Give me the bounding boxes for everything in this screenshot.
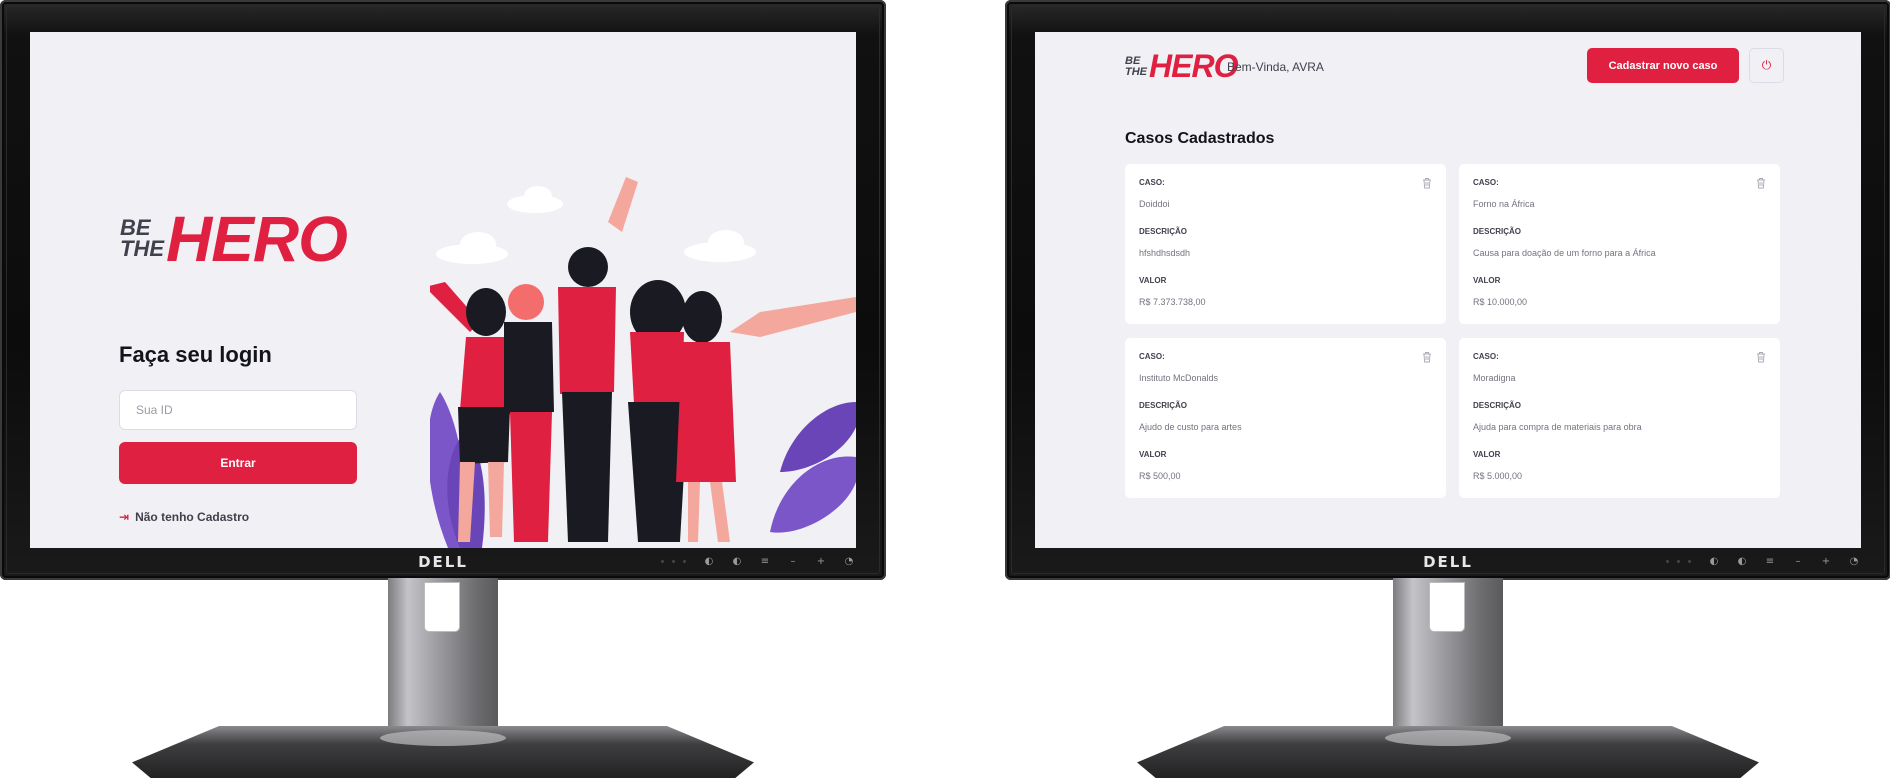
monitor-button-icon: + [1821, 556, 1831, 567]
case-name: Forno na África [1473, 199, 1535, 209]
case-card: CASO: Forno na África DESCRIÇÃO Causa pa… [1459, 164, 1780, 324]
dell-logo: DELL [418, 553, 468, 571]
monitor-buttons: ◐ ◐ ≡ – + ◔ [702, 556, 856, 568]
case-card: CASO: Doiddoi DESCRIÇÃO hfshdhsdsdh VALO… [1125, 164, 1446, 324]
welcome-text: Bem-Vinda, AVRA [1227, 60, 1324, 74]
case-name: Moradigna [1473, 373, 1516, 383]
value-label: VALOR [1473, 276, 1501, 285]
cases-title: Casos Cadastrados [1125, 130, 1275, 147]
power-icon: ⏻ [1761, 58, 1772, 72]
login-title: Faça seu login [119, 342, 272, 367]
login-screen: BE THE HERO Faça seu login Entrar ⇥ Não … [30, 32, 856, 548]
register-link[interactable]: ⇥ Não tenho Cadastro [119, 510, 249, 524]
description-label: DESCRIÇÃO [1139, 401, 1188, 410]
description-label: DESCRIÇÃO [1473, 401, 1522, 410]
monitor-button-icon: + [816, 556, 826, 567]
monitor-bezel: BE THE HERO Bem-Vinda, AVRA Cadastrar no… [1005, 0, 1890, 580]
monitor-login: BE THE HERO Faça seu login Entrar ⇥ Não … [0, 0, 886, 782]
case-card: CASO: Instituto McDonalds DESCRIÇÃO Ajud… [1125, 338, 1446, 498]
person-2 [504, 284, 554, 542]
id-input[interactable] [119, 390, 357, 430]
value-label: VALOR [1139, 276, 1167, 285]
log-in-icon: ⇥ [119, 510, 130, 524]
heroes-illustration [430, 177, 856, 548]
case-value: R$ 10.000,00 [1473, 297, 1528, 307]
logo-hero: HERO [1149, 48, 1238, 84]
register-link-label: Não tenho Cadastro [135, 510, 250, 524]
new-case-button[interactable]: Cadastrar novo caso [1587, 48, 1739, 83]
case-card: CASO: Moradigna DESCRIÇÃO Ajuda para com… [1459, 338, 1780, 498]
logo-hero: HERO [166, 203, 348, 275]
value-label: VALOR [1139, 450, 1167, 459]
logo-the: THE [1125, 65, 1147, 78]
case-value: R$ 5.000,00 [1473, 471, 1523, 481]
case-label: CASO: [1473, 352, 1499, 361]
person-4 [628, 280, 688, 542]
trash-icon[interactable] [1422, 351, 1432, 363]
be-the-hero-logo: BE THE HERO [120, 202, 348, 276]
dell-logo: DELL [1423, 553, 1473, 571]
monitor-button-icon: ◔ [844, 556, 854, 567]
monitor-buttons: ◐ ◐ ≡ – + ◔ [1707, 556, 1861, 568]
monitor-button-icon: ≡ [760, 556, 770, 567]
monitor-button-icon: – [790, 556, 796, 567]
monitor-button-icon: – [1795, 556, 1801, 567]
case-name: Doiddoi [1139, 199, 1170, 209]
monitor-button-icon: ◐ [704, 556, 714, 567]
logout-button[interactable]: ⏻ [1749, 48, 1784, 83]
case-name: Instituto McDonalds [1139, 373, 1219, 383]
monitor-button-icon: ◔ [1849, 556, 1859, 567]
case-label: CASO: [1139, 352, 1165, 361]
case-value: R$ 500,00 [1139, 471, 1181, 481]
case-value: R$ 7.373.738,00 [1139, 297, 1206, 307]
dashboard-screen: BE THE HERO Bem-Vinda, AVRA Cadastrar no… [1035, 32, 1861, 548]
case-label: CASO: [1473, 178, 1499, 187]
logo-the: THE [120, 236, 164, 261]
leaf-right-icon [770, 402, 856, 533]
person-3 [558, 177, 638, 542]
case-description: Ajudo de custo para artes [1139, 422, 1242, 432]
case-description: Ajuda para compra de materiais para obra [1473, 422, 1642, 432]
trash-icon[interactable] [1756, 351, 1766, 363]
login-button[interactable]: Entrar [119, 442, 357, 484]
monitor-button-icon: ≡ [1765, 556, 1775, 567]
description-label: DESCRIÇÃO [1139, 227, 1188, 236]
scene: BE THE HERO Faça seu login Entrar ⇥ Não … [0, 0, 1890, 782]
monitor-bezel: BE THE HERO Faça seu login Entrar ⇥ Não … [0, 0, 886, 580]
logo-be: BE [1125, 55, 1141, 68]
be-the-hero-logo: BE THE HERO [1125, 48, 1238, 85]
trash-icon[interactable] [1422, 177, 1432, 189]
monitor-button-icon: ◐ [1737, 556, 1747, 567]
case-description: hfshdhsdsdh [1139, 248, 1191, 258]
case-label: CASO: [1139, 178, 1165, 187]
trash-icon[interactable] [1756, 177, 1766, 189]
monitor-dashboard: BE THE HERO Bem-Vinda, AVRA Cadastrar no… [1005, 0, 1890, 782]
case-description: Causa para doação de um forno para a Áfr… [1473, 248, 1656, 258]
description-label: DESCRIÇÃO [1473, 227, 1522, 236]
monitor-button-icon: ◐ [1709, 556, 1719, 567]
monitor-button-icon: ◐ [732, 556, 742, 567]
value-label: VALOR [1473, 450, 1501, 459]
